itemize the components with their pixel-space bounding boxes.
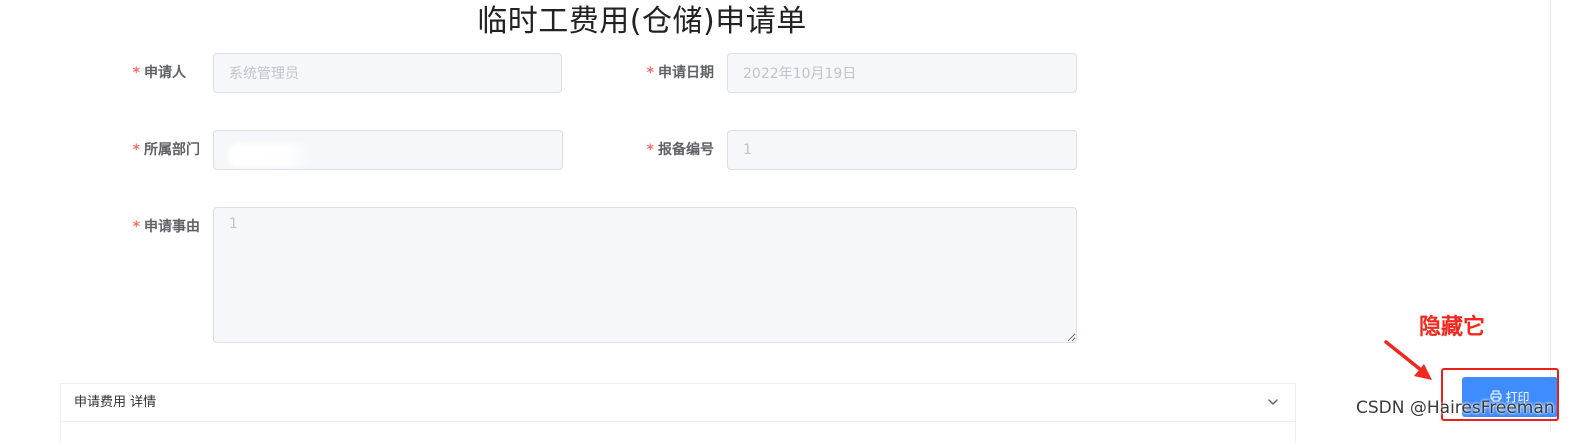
watermark: CSDN @HairesFreeman — [1356, 398, 1555, 418]
apply-date-input[interactable] — [727, 53, 1077, 93]
apply-date-label-text: 申请日期 — [658, 65, 714, 81]
fee-details-title: 申请费用 详情 — [74, 395, 157, 410]
required-mark: * — [646, 65, 654, 81]
fee-details-collapse-header[interactable]: 申请费用 详情 — [61, 384, 1295, 422]
redaction-mask — [228, 143, 314, 167]
page-title: 临时工费用(仓储)申请单 — [477, 4, 807, 39]
report-number-input[interactable] — [727, 130, 1077, 170]
applicant-label-text: 申请人 — [144, 65, 186, 81]
arrow-annotation-icon — [1384, 340, 1432, 380]
chevron-down-icon[interactable] — [1267, 384, 1281, 421]
reason-label: * 申请事由 — [120, 207, 200, 247]
fee-details-collapse: 申请费用 详情 — [60, 383, 1296, 443]
required-mark: * — [646, 142, 654, 158]
page-right-edge — [1550, 0, 1551, 431]
reason-label-text: 申请事由 — [144, 219, 200, 235]
department-label: * 所属部门 — [120, 130, 200, 170]
report-number-label-text: 报备编号 — [658, 142, 714, 158]
required-mark: * — [132, 142, 140, 158]
applicant-label: * 申请人 — [120, 53, 186, 93]
required-mark: * — [132, 219, 140, 235]
report-number-label: * 报备编号 — [620, 130, 714, 170]
department-label-text: 所属部门 — [144, 142, 200, 158]
apply-date-label: * 申请日期 — [620, 53, 714, 93]
required-mark: * — [132, 65, 140, 81]
applicant-input[interactable] — [213, 53, 562, 93]
reason-textarea[interactable]: 1 — [213, 207, 1077, 343]
